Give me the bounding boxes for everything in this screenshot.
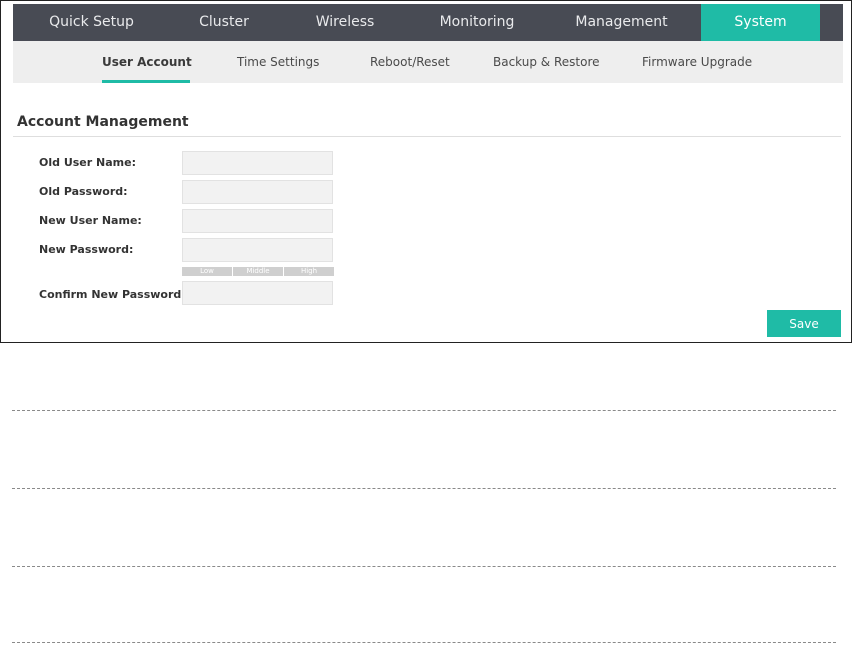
old-password-input[interactable]	[182, 180, 333, 204]
section-title: Account Management	[17, 114, 189, 130]
tab-wireless[interactable]: Wireless	[278, 4, 412, 41]
new-password-label: New Password:	[39, 243, 134, 256]
confirm-password-input[interactable]	[182, 281, 333, 305]
subtab-reboot-reset[interactable]: Reboot/Reset	[370, 41, 450, 83]
dashed-divider	[12, 410, 836, 411]
dashed-divider	[12, 642, 836, 643]
old-password-label: Old Password:	[39, 185, 128, 198]
top-navigation: Quick Setup Cluster Wireless Monitoring …	[13, 4, 843, 41]
tab-management[interactable]: Management	[542, 4, 701, 41]
save-button[interactable]: Save	[767, 310, 841, 337]
new-user-name-label: New User Name:	[39, 214, 142, 227]
subtab-user-account[interactable]: User Account	[102, 41, 192, 83]
tab-system[interactable]: System	[701, 4, 820, 41]
dashed-divider	[12, 488, 836, 489]
password-strength-meter: Low Middle High	[182, 267, 334, 276]
new-password-input[interactable]	[182, 238, 333, 262]
strength-high: High	[284, 267, 334, 276]
tab-monitoring[interactable]: Monitoring	[412, 4, 542, 41]
strength-middle: Middle	[233, 267, 283, 276]
subtab-time-settings[interactable]: Time Settings	[237, 41, 319, 83]
app-frame: Quick Setup Cluster Wireless Monitoring …	[0, 0, 852, 343]
dashed-divider	[12, 566, 836, 567]
old-user-name-label: Old User Name:	[39, 156, 136, 169]
tab-cluster[interactable]: Cluster	[170, 4, 278, 41]
old-user-name-input[interactable]	[182, 151, 333, 175]
active-subtab-indicator	[102, 80, 190, 83]
sub-navigation: User Account Time Settings Reboot/Reset …	[13, 41, 843, 83]
strength-low: Low	[182, 267, 232, 276]
subtab-backup-restore[interactable]: Backup & Restore	[493, 41, 600, 83]
tab-quick-setup[interactable]: Quick Setup	[13, 4, 170, 41]
new-user-name-input[interactable]	[182, 209, 333, 233]
section-divider	[13, 136, 841, 137]
subtab-firmware-upgrade[interactable]: Firmware Upgrade	[642, 41, 752, 83]
confirm-password-label: Confirm New Password:	[39, 288, 186, 301]
